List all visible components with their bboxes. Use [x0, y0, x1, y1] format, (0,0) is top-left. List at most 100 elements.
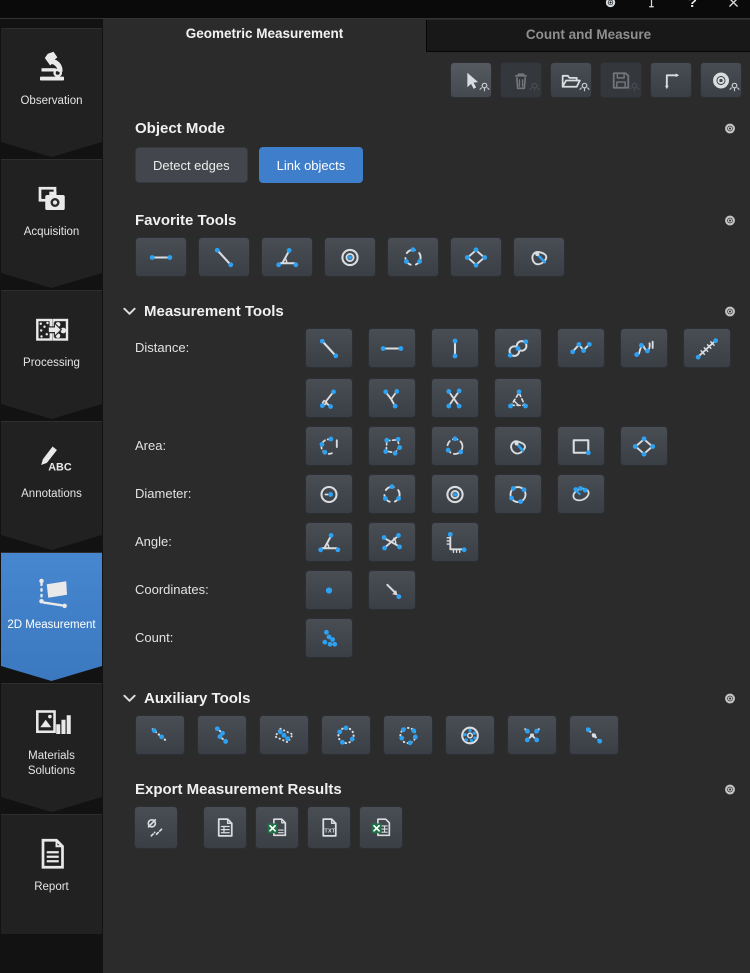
tool-rectangle-button[interactable]	[557, 426, 605, 466]
tool-dots-scatter-button[interactable]	[305, 618, 353, 658]
titlebar-help-icon[interactable]: ?	[684, 0, 701, 11]
sidebar-item-processing[interactable]: Processing	[1, 290, 102, 419]
tool-table-document-button[interactable]	[203, 806, 247, 849]
sidebar-item-materials-solutions[interactable]: Materials Solutions	[1, 683, 102, 812]
sidebar-item-annotations[interactable]: ABCAnnotations	[1, 421, 102, 550]
sidebar-item-label: Processing	[19, 356, 84, 371]
svg-text:ABC: ABC	[48, 462, 72, 474]
load-button[interactable]	[550, 62, 592, 98]
section-favorite-tools: Favorite Tools	[103, 211, 750, 277]
tool-circle-concentric-button[interactable]	[431, 474, 479, 514]
settings-button[interactable]	[700, 62, 742, 98]
tool-circle-4point-button[interactable]	[494, 474, 542, 514]
sidebar-item-label: Materials Solutions	[1, 749, 102, 779]
sidebar-item-report[interactable]: Report	[1, 814, 102, 934]
titlebar-close-icon[interactable]	[725, 0, 742, 11]
tab-geometric-measurement[interactable]: Geometric Measurement	[103, 18, 426, 52]
tool-line-vertical-button[interactable]	[431, 328, 479, 368]
section-measurement-tools: Measurement Tools Distance:Area:Diameter…	[103, 302, 750, 658]
tool-line-hatched-button[interactable]	[683, 328, 731, 368]
tool-lines-crossed-button[interactable]	[431, 378, 479, 418]
tab-count-and-measure[interactable]: Count and Measure	[426, 20, 750, 52]
tool-polyline-button[interactable]	[557, 328, 605, 368]
section-auxiliary-tools: Auxiliary Tools	[103, 689, 750, 755]
circle-3point-icon	[377, 482, 407, 507]
auxiliary-tools-settings-gear-icon[interactable]	[721, 689, 739, 707]
tool-row	[305, 426, 668, 466]
tool-group-rows	[305, 618, 353, 658]
export-results-settings-gear-icon[interactable]	[721, 780, 739, 798]
delete-button	[500, 62, 542, 98]
tool-rect-rotated-button[interactable]	[450, 237, 502, 277]
tool-line-diagonal-button[interactable]	[305, 328, 353, 368]
fork-lines-icon	[377, 386, 407, 411]
tool-angle-4point-button[interactable]	[368, 522, 416, 562]
sidebar-item-label: Report	[30, 880, 73, 895]
annotations-icon: ABC	[31, 441, 73, 485]
tool-blob-spline-button[interactable]	[494, 426, 542, 466]
tool-curve-chain-button[interactable]	[494, 328, 542, 368]
tool-group-count: Count:	[135, 618, 750, 658]
tool-circle-concentric-button[interactable]	[324, 237, 376, 277]
tool-dotted-circle-button[interactable]	[321, 715, 371, 755]
tool-row	[305, 328, 731, 368]
tool-circle-arc-dashed-button[interactable]	[431, 426, 479, 466]
tool-hide-measurements-button[interactable]	[134, 806, 178, 849]
tool-row	[305, 570, 416, 610]
titlebar-settings-icon[interactable]	[602, 0, 619, 11]
dotted-cross-icon	[517, 723, 547, 748]
tool-circle-radius-button[interactable]	[305, 474, 353, 514]
collapse-chevron-icon[interactable]	[122, 691, 137, 706]
tool-contour-pen-button[interactable]	[305, 426, 353, 466]
lines-crossed-icon	[440, 386, 470, 411]
tool-dotted-cross-button[interactable]	[507, 715, 557, 755]
tool-dotted-line-midpoint-button[interactable]	[569, 715, 619, 755]
tool-line-diagonal-button[interactable]	[198, 237, 250, 277]
sidebar-item-2d-measurement[interactable]: 2D Measurement	[1, 552, 102, 681]
touch-badge-icon	[479, 79, 490, 97]
sidebar-item-observation[interactable]: Observation	[1, 28, 102, 157]
object-mode-settings-gear-icon[interactable]	[721, 119, 739, 137]
tool-excel-table-button[interactable]	[359, 806, 403, 849]
tool-line-horizontal-button[interactable]	[135, 237, 187, 277]
measurement-tools-settings-gear-icon[interactable]	[721, 302, 739, 320]
tool-angle-button[interactable]	[305, 522, 353, 562]
tool-line-horizontal-button[interactable]	[368, 328, 416, 368]
tool-dotted-parallel-lines-button[interactable]	[197, 715, 247, 755]
tool-point-arrow-button[interactable]	[368, 570, 416, 610]
collapse-chevron-icon[interactable]	[122, 304, 137, 319]
tool-spline-contour-button[interactable]	[513, 237, 565, 277]
tool-group-distance: Distance:	[135, 328, 750, 418]
tool-txt-document-button[interactable]: TXT	[307, 806, 351, 849]
tool-circle-concentric-solid-button[interactable]	[445, 715, 495, 755]
titlebar-pin-icon[interactable]	[643, 0, 660, 11]
tool-rect-rotated-button[interactable]	[620, 426, 668, 466]
spline-contour-icon	[524, 245, 554, 270]
tool-ellipse-points-button[interactable]	[557, 474, 605, 514]
select-button[interactable]	[450, 62, 492, 98]
tool-circle-3point-button[interactable]	[368, 474, 416, 514]
tool-fork-lines-button[interactable]	[368, 378, 416, 418]
tool-circle-3point-button[interactable]	[387, 237, 439, 277]
sidebar-item-acquisition[interactable]: Acquisition	[1, 159, 102, 288]
tool-polygon-dashed-button[interactable]	[368, 426, 416, 466]
auxiliary-tools-title: Auxiliary Tools	[144, 690, 250, 707]
link-objects-button[interactable]: Link objects	[259, 147, 364, 183]
tool-dotted-line-button[interactable]	[135, 715, 185, 755]
tool-ruler-perpendicular-button[interactable]	[431, 522, 479, 562]
dimension-ruler-icon	[656, 68, 686, 93]
tool-group-rows	[305, 570, 416, 610]
tool-perpendicular-button[interactable]	[305, 378, 353, 418]
tool-dotted-rect-rotated-button[interactable]	[259, 715, 309, 755]
dotted-parallel-lines-icon	[207, 723, 237, 748]
curve-chain-icon	[503, 336, 533, 361]
tool-dotted-circle-points-button[interactable]	[383, 715, 433, 755]
favorite-tools-settings-gear-icon[interactable]	[721, 211, 739, 229]
detect-edges-button[interactable]: Detect edges	[135, 147, 248, 183]
tool-angle-button[interactable]	[261, 237, 313, 277]
tool-excel-export-button[interactable]	[255, 806, 299, 849]
tool-curve-pen-button[interactable]	[620, 328, 668, 368]
dimension-button[interactable]	[650, 62, 692, 98]
tool-triangle-dashed-button[interactable]	[494, 378, 542, 418]
tool-point-button[interactable]	[305, 570, 353, 610]
